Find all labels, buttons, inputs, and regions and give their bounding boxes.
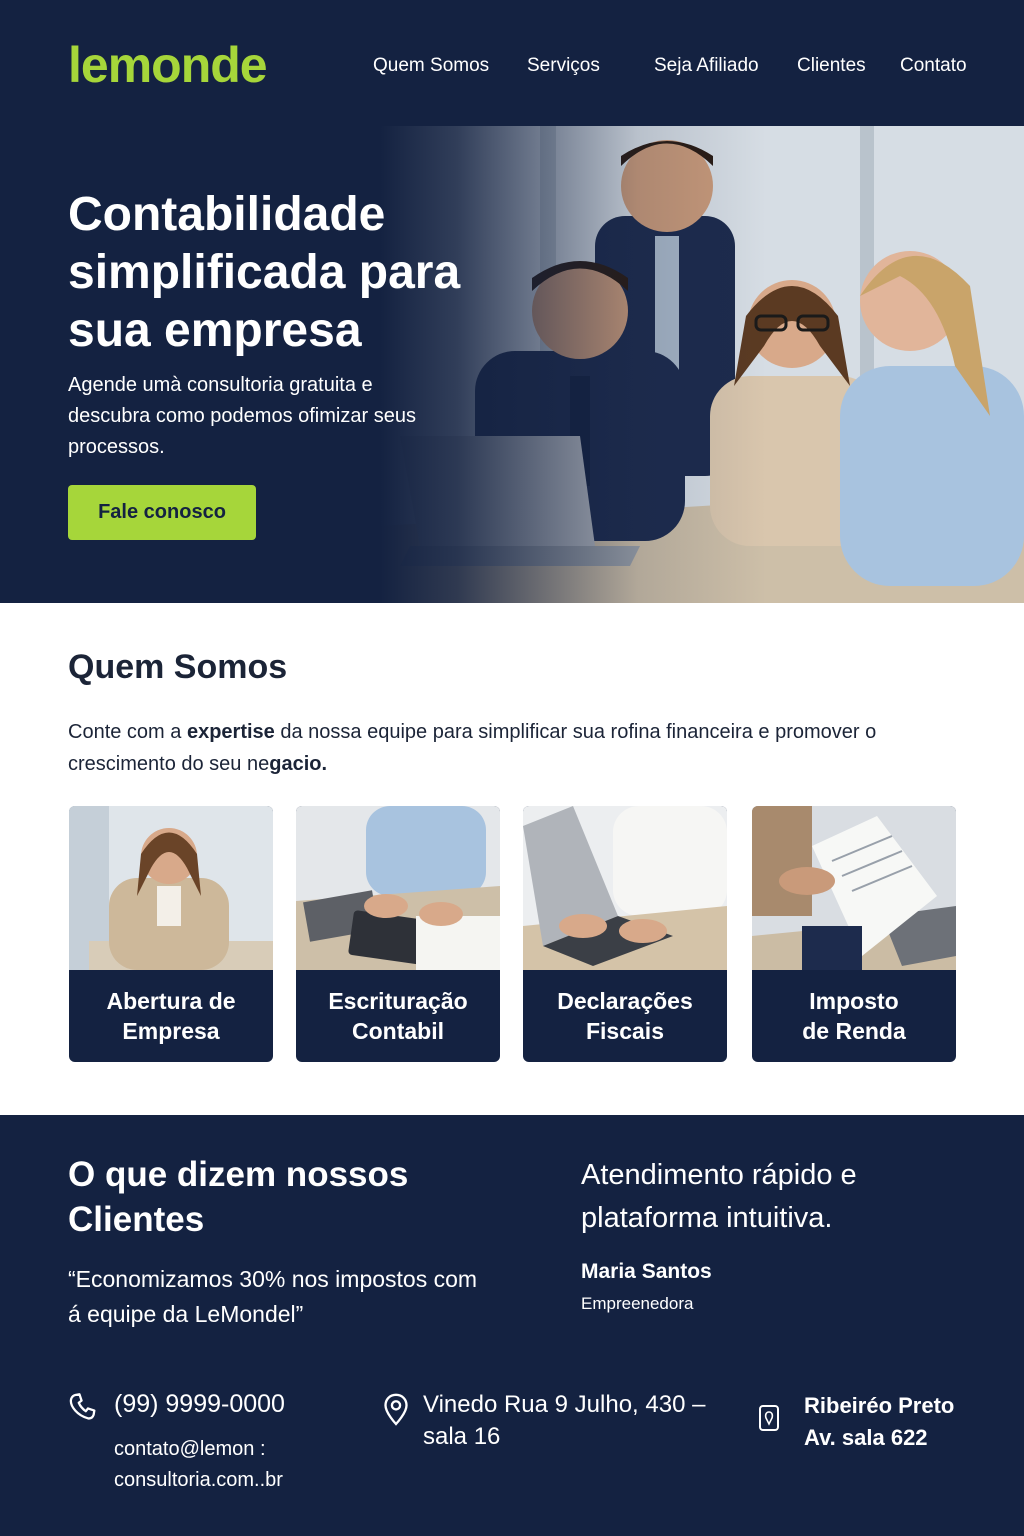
testimonial-quote: “Economizamos 30% nos impostos com á equ… xyxy=(68,1266,478,1327)
contact-email[interactable]: contato@lemon : consultoria.com..br xyxy=(114,1434,334,1496)
hero-title: Contabilidade simplificada para sua empr… xyxy=(68,188,461,357)
service-line1: Abertura de xyxy=(106,988,236,1014)
contact-phone[interactable]: (99) 9999-0000 xyxy=(114,1390,285,1419)
service-card-declaracoes[interactable]: Declarações Fiscais xyxy=(523,806,727,1062)
service-label: Escrituração Contabil xyxy=(296,970,500,1062)
service-card-imposto[interactable]: Imposto de Renda xyxy=(752,806,956,1062)
testimonial-author-name: Maria Santos xyxy=(581,1260,712,1283)
service-card-abertura[interactable]: Abertura de Empresa xyxy=(69,806,273,1062)
about-text: Conte com a expertise da nossa equipe pa… xyxy=(68,716,888,780)
service-line1: Declarações xyxy=(557,988,693,1014)
about-text-part: Conte com a xyxy=(68,721,187,743)
document-handover-photo xyxy=(752,806,956,970)
nav-servicos[interactable]: Serviços xyxy=(527,55,600,77)
about-text-bold: expertise xyxy=(186,721,275,743)
contact-address-2: Ribeiréo Preto Av. sala 622 xyxy=(804,1393,955,1450)
calculator-photo xyxy=(296,806,500,970)
service-card-escrituracao[interactable]: Escrituração Contabil xyxy=(296,806,500,1062)
nav-contato[interactable]: Contato xyxy=(900,55,967,77)
service-label: Abertura de Empresa xyxy=(69,970,273,1062)
about-title: Quem Somos xyxy=(68,648,288,686)
phone-icon xyxy=(69,1393,96,1420)
brand-logo[interactable]: lemonde xyxy=(68,36,268,94)
testimonial-author-role: Empreenedora xyxy=(581,1294,694,1313)
service-label-text: Escrituração Contabil xyxy=(328,986,467,1046)
service-line1: Imposto xyxy=(809,988,899,1014)
contact-address-1: Vinedo Rua 9 Julho, 430 – sala 16 xyxy=(423,1391,706,1450)
hero-subtitle: Agende umà consultoria gratuita e descub… xyxy=(68,374,416,458)
nav-seja-afiliado[interactable]: Seja Afiliado xyxy=(654,55,759,77)
laptop-typing-photo xyxy=(523,806,727,970)
service-label-text: Abertura de Empresa xyxy=(106,986,235,1046)
service-label-text: Imposto de Renda xyxy=(802,986,906,1046)
location-pin-icon xyxy=(384,1393,408,1426)
service-line2: Contabil xyxy=(351,1018,444,1044)
about-text-bold: gacio. xyxy=(269,753,328,775)
service-line2: de Renda xyxy=(802,1018,906,1044)
top-navbar: lemonde Quem Somos Serviços Seja Afiliad… xyxy=(0,0,1024,126)
service-line1: Escrituração xyxy=(328,988,468,1014)
contact-cta-button[interactable]: Fale conosco xyxy=(68,485,256,540)
businesswoman-photo xyxy=(69,806,273,970)
nav-quem-somos[interactable]: Quem Somos xyxy=(373,55,489,77)
testimonials-title: O que dizem nossos Clientes xyxy=(68,1155,409,1239)
building-icon xyxy=(759,1405,779,1431)
service-label-text: Declarações Fiscais xyxy=(557,986,693,1046)
service-line2: Empresa xyxy=(122,1018,220,1044)
nav-clientes[interactable]: Clientes xyxy=(797,55,866,77)
service-line2: Fiscais xyxy=(585,1018,664,1044)
service-label: Imposto de Renda xyxy=(752,970,956,1062)
testimonial-highlight: Atendimento rápido e plataforma intuitiv… xyxy=(581,1159,857,1234)
service-label: Declarações Fiscais xyxy=(523,970,727,1062)
hero-section: Contabilidade simplificada para sua empr… xyxy=(0,126,1024,603)
